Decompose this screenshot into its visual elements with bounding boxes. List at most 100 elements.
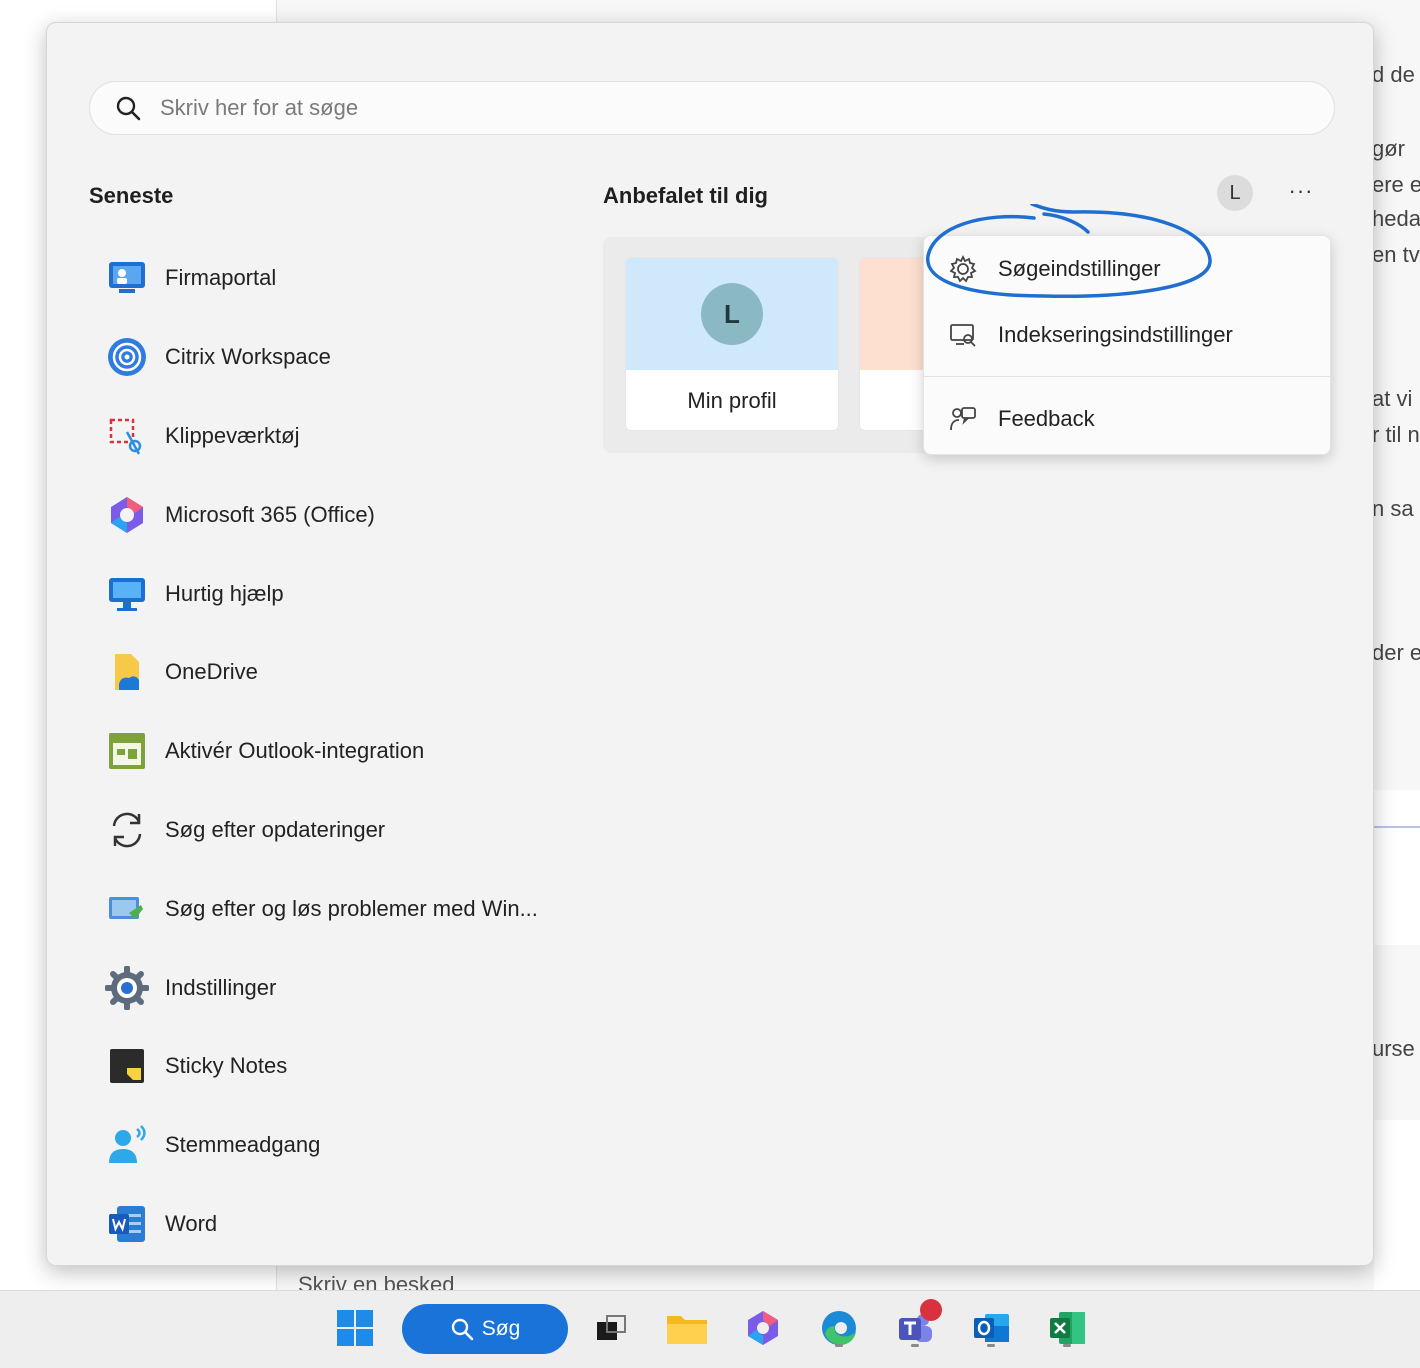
recommended-title: Anbefalet til dig	[603, 183, 768, 208]
recent-item-label: Klippeværktøj	[165, 422, 300, 448]
more-options-button[interactable]: ···	[1283, 173, 1319, 209]
menu-separator	[924, 376, 1332, 377]
excel-icon	[1050, 1312, 1085, 1344]
recent-title: Seneste	[89, 183, 174, 208]
recent-item-label: Microsoft 365 (Office)	[165, 501, 375, 527]
running-indicator	[1063, 1344, 1071, 1347]
recent-item-microsoft-365[interactable]: Microsoft 365 (Office)	[105, 475, 625, 554]
more-options-menu: Søgeindstillinger Indekseringsindstillin…	[923, 235, 1332, 455]
notification-badge	[920, 1299, 942, 1321]
running-indicator	[987, 1344, 995, 1347]
recent-item-label: Citrix Workspace	[165, 344, 331, 370]
recent-item-label: Firmaportal	[165, 265, 277, 291]
taskbar-outlook[interactable]	[968, 1305, 1014, 1351]
update-icon	[105, 808, 149, 852]
recent-item-label: Aktivér Outlook-integration	[165, 738, 425, 764]
taskbar-task-view[interactable]	[588, 1305, 634, 1351]
recent-item-snipping-tool[interactable]: Klippeværktøj	[105, 397, 625, 476]
background-text: urse	[1372, 1036, 1415, 1061]
voice-access-icon	[105, 1123, 149, 1167]
recent-item-voice-access[interactable]: Stemmeadgang	[105, 1106, 625, 1185]
taskbar-copilot[interactable]	[740, 1305, 786, 1351]
background-text: d de	[1372, 62, 1415, 87]
feedback-icon	[950, 407, 976, 431]
taskbar-teams[interactable]	[892, 1299, 942, 1351]
snipping-tool-icon	[105, 414, 149, 458]
outlook-icon	[974, 1314, 1009, 1342]
troubleshoot-icon	[105, 887, 149, 931]
recent-item-troubleshoot[interactable]: Søg efter og løs problemer med Win...	[105, 869, 625, 948]
taskbar-excel[interactable]	[1044, 1305, 1090, 1351]
taskbar-file-explorer[interactable]	[664, 1305, 710, 1351]
user-avatar[interactable]: L	[1217, 175, 1253, 211]
search-panel: Seneste Anbefalet til dig L ··· Firmapor…	[46, 22, 1374, 1266]
recent-item-sticky-notes[interactable]: Sticky Notes	[105, 1027, 625, 1106]
recent-item-outlook-integration[interactable]: Aktivér Outlook-integration	[105, 712, 625, 791]
recent-item-settings[interactable]: Indstillinger	[105, 948, 625, 1027]
sticky-notes-icon	[105, 1044, 149, 1088]
profile-card[interactable]: L Min profil	[625, 257, 839, 431]
citrix-icon	[105, 335, 149, 379]
word-icon	[105, 1202, 149, 1246]
profile-avatar: L	[701, 283, 763, 345]
background-block	[1374, 1120, 1420, 1290]
background-text: heda	[1372, 206, 1420, 231]
profile-card-header: L	[626, 258, 838, 370]
menu-item-search-settings[interactable]: Søgeindstillinger	[924, 238, 1332, 300]
recent-list: Firmaportal Citrix Workspace Klippeværkt…	[105, 239, 625, 1263]
quick-assist-icon	[105, 572, 149, 616]
recent-item-onedrive[interactable]: OneDrive	[105, 633, 625, 712]
settings-icon	[105, 965, 149, 1010]
search-icon	[116, 96, 141, 121]
background-text: r til n	[1372, 422, 1420, 447]
background-line	[1374, 826, 1420, 828]
file-explorer-icon	[667, 1316, 707, 1344]
taskbar: Søg	[0, 1290, 1420, 1368]
gear-icon	[949, 254, 977, 283]
menu-item-indexing-settings[interactable]: Indekseringsindstillinger	[924, 304, 1332, 366]
recent-item-label: Søg efter opdateringer	[165, 816, 386, 842]
recent-item-citrix[interactable]: Citrix Workspace	[105, 318, 625, 397]
background-text: gør	[1372, 136, 1405, 161]
menu-item-label: Feedback	[998, 406, 1095, 431]
copilot-icon	[748, 1311, 778, 1345]
search-input[interactable]	[160, 95, 1260, 121]
edge-icon	[822, 1311, 856, 1345]
background-text: en tv	[1372, 242, 1420, 267]
recent-item-quick-assist[interactable]: Hurtig hjælp	[105, 554, 625, 633]
background-block	[1374, 790, 1420, 945]
outlook-integration-icon	[105, 729, 149, 773]
onedrive-icon	[105, 650, 149, 694]
recent-item-label: Søg efter og løs problemer med Win...	[165, 895, 538, 921]
running-indicator	[835, 1344, 843, 1347]
menu-item-label: Indekseringsindstillinger	[998, 322, 1233, 347]
menu-item-feedback[interactable]: Feedback	[924, 388, 1332, 450]
indexing-icon	[950, 324, 976, 347]
recent-item-firmaportal[interactable]: Firmaportal	[105, 239, 625, 318]
recent-item-label: OneDrive	[165, 659, 258, 685]
recent-item-label: Stemmeadgang	[165, 1132, 321, 1158]
recent-item-label: Sticky Notes	[165, 1053, 288, 1079]
background-text: at vi	[1372, 386, 1413, 411]
firmaportal-icon	[105, 256, 149, 300]
recent-item-word[interactable]: Word	[105, 1185, 625, 1264]
background-text: n sa	[1372, 496, 1414, 521]
background-text: ere e	[1372, 172, 1420, 197]
running-indicator	[911, 1344, 919, 1347]
search-box[interactable]	[89, 81, 1335, 135]
background-text: der e	[1372, 640, 1420, 665]
recent-item-label: Indstillinger	[165, 974, 277, 1000]
windows-start-button[interactable]	[332, 1305, 378, 1351]
taskbar-edge[interactable]	[816, 1305, 862, 1351]
profile-card-label: Min profil	[687, 388, 777, 413]
recent-item-label: Hurtig hjælp	[165, 580, 284, 606]
menu-item-label: Søgeindstillinger	[998, 256, 1161, 281]
taskbar-search-button[interactable]: Søg	[402, 1304, 568, 1354]
task-view-icon	[597, 1315, 626, 1340]
windows-start-icon	[337, 1310, 373, 1346]
m365-icon	[105, 493, 149, 537]
taskbar-search-label: Søg	[481, 1317, 521, 1340]
recent-item-updates[interactable]: Søg efter opdateringer	[105, 791, 625, 870]
search-icon	[451, 1318, 474, 1341]
recent-item-label: Word	[165, 1210, 218, 1236]
